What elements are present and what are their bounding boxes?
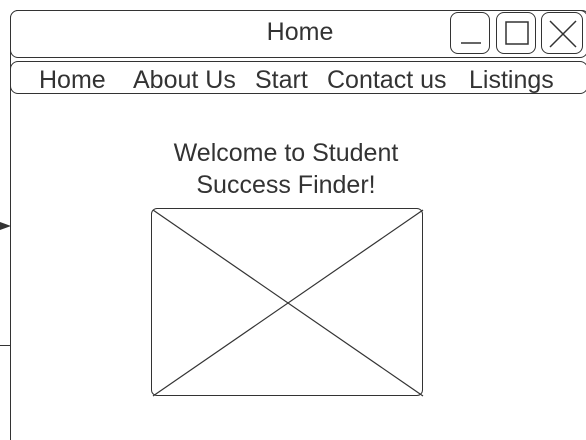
connector-line <box>0 345 11 346</box>
welcome-heading: Welcome to Student Success Finder! <box>136 137 436 201</box>
wireframe-canvas: Home Home About Us Start Contact us List… <box>0 0 586 440</box>
nav-item-home[interactable]: Home <box>39 62 106 94</box>
maximize-icon <box>505 21 529 45</box>
maximize-button[interactable] <box>496 12 536 54</box>
welcome-line-1: Welcome to Student <box>173 139 399 167</box>
minimize-button[interactable] <box>450 12 490 54</box>
nav-item-about-us[interactable]: About Us <box>133 62 236 94</box>
close-button[interactable] <box>541 12 583 54</box>
image-placeholder-icon <box>152 209 424 397</box>
close-icon <box>549 20 577 48</box>
nav-item-contact-us[interactable]: Contact us <box>327 62 447 94</box>
nav-item-listings[interactable]: Listings <box>469 62 554 94</box>
welcome-line-2: Success Finder! <box>196 171 376 199</box>
minimize-icon <box>461 42 481 44</box>
connector-arrow-icon <box>0 222 11 230</box>
image-placeholder <box>151 208 424 397</box>
nav-item-start[interactable]: Start <box>255 62 308 94</box>
